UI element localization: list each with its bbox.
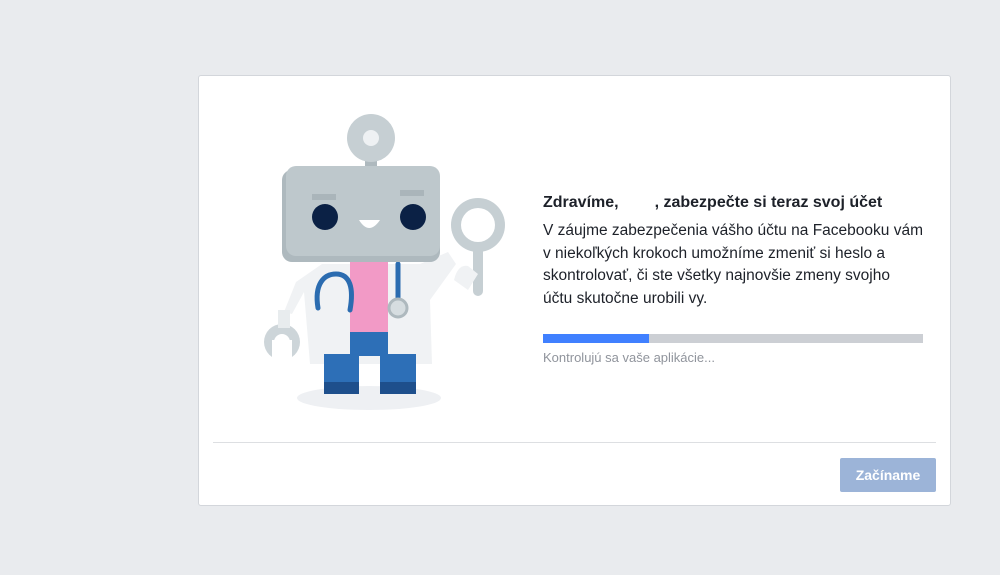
magnifying-glass-icon (451, 198, 505, 296)
dialog-description: V záujme zabezpečenia vášho účtu na Face… (543, 222, 923, 307)
doctor-robot-illustration (264, 114, 505, 410)
robot-left-hand (264, 310, 300, 366)
robot-shirt (350, 260, 388, 332)
progress-status: Kontrolujú sa vaše aplikácie... (543, 350, 715, 365)
dialog-content: Zdravíme, , zabezpečte si teraz svoj účet… (543, 193, 925, 365)
footer-divider (213, 442, 936, 443)
progress-bar-fill (543, 334, 650, 343)
robot-right-eye (400, 204, 426, 230)
floor-shadow (297, 386, 441, 410)
dialog-heading: Zdravíme, , zabezpečte si teraz svoj účet (543, 193, 925, 213)
head-mirror-icon (347, 114, 395, 170)
security-checkup-dialog: Zdravíme, , zabezpečte si teraz svoj účet… (198, 75, 951, 506)
robot-left-eye (312, 204, 338, 230)
progress-bar (543, 334, 923, 343)
heading-rest: , zabezpečte si teraz svoj účet (654, 194, 883, 211)
start-button[interactable]: Začíname (840, 458, 936, 492)
stethoscope-chestpiece (387, 297, 409, 319)
greeting: Zdravíme, (543, 194, 619, 211)
